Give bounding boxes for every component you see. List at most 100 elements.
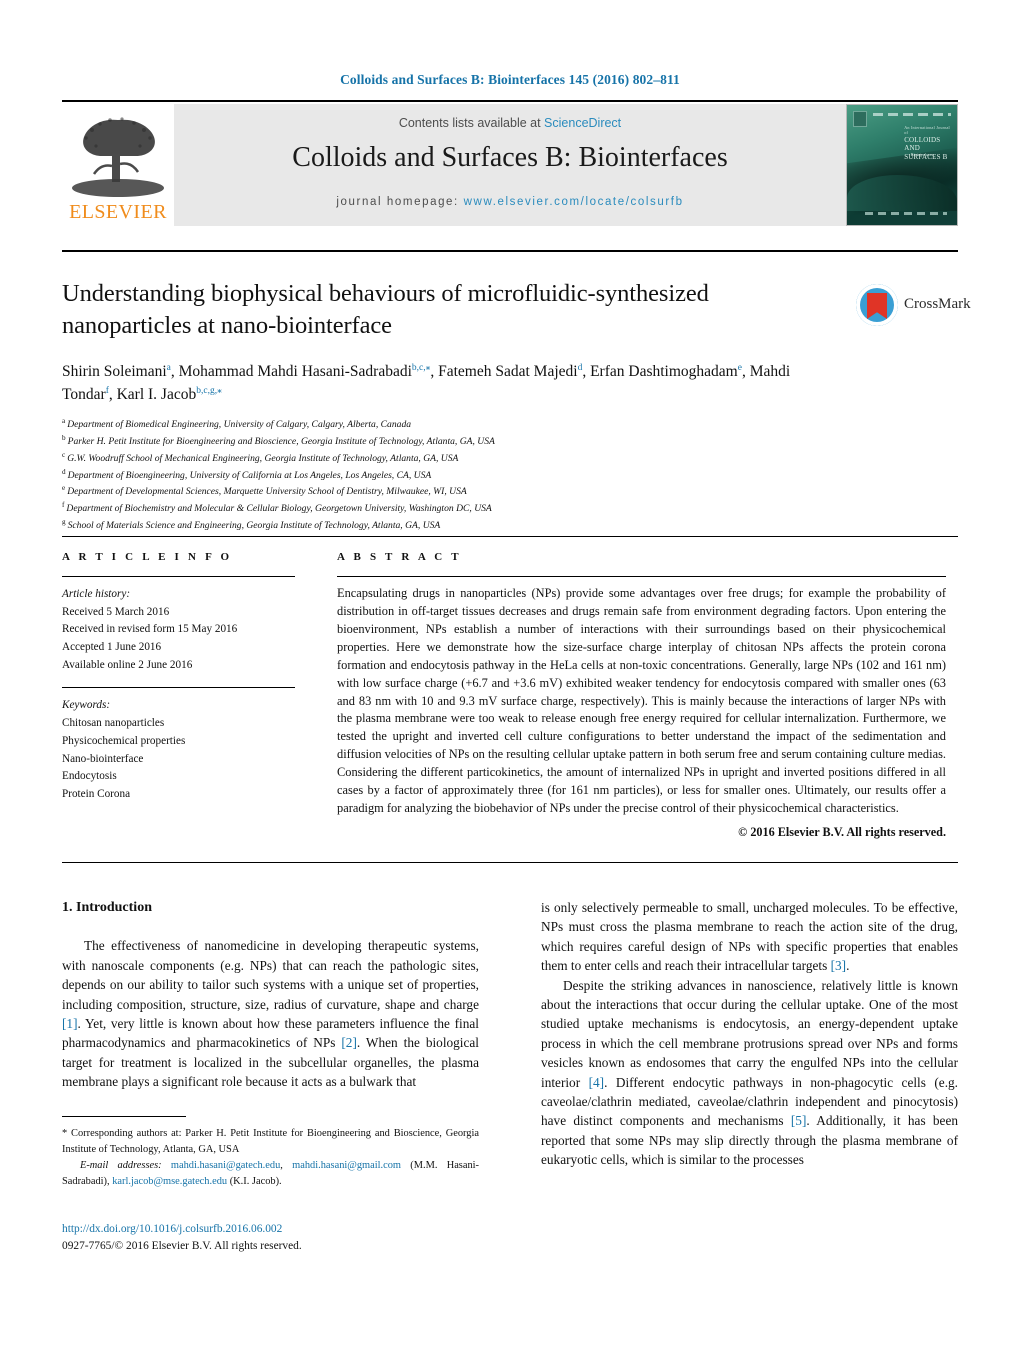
article-history-item: Accepted 1 June 2016: [62, 641, 162, 654]
elsevier-logo: ELSEVIER: [62, 104, 174, 226]
contents-prefix: Contents lists available at: [398, 116, 545, 130]
masthead-bottom-rule: [62, 250, 958, 252]
doi-link[interactable]: http://dx.doi.org/10.1016/j.colsurfb.201…: [62, 1221, 502, 1238]
article-history-block: Article history: Received 5 March 2016 Re…: [62, 586, 307, 674]
affiliation-mark: b: [62, 433, 66, 442]
journal-cover-thumbnail[interactable]: An International Journal of COLLOIDS AND…: [846, 104, 958, 226]
keyword-item: Endocytosis: [62, 770, 117, 783]
author-name: Mohammad Mahdi Hasani-Sadrabadi: [178, 363, 412, 381]
keyword-item: Nano-biointerface: [62, 752, 144, 765]
author-affiliation-mark: f: [105, 385, 109, 396]
cover-title-line1: COLLOIDS AND: [904, 135, 941, 153]
keyword-item: Chitosan nanoparticles: [62, 717, 165, 730]
citation-4[interactable]: [4]: [589, 1075, 605, 1090]
sciencedirect-link[interactable]: ScienceDirect: [544, 116, 621, 130]
abstract-text: Encapsulating drugs in nanoparticles (NP…: [337, 586, 946, 816]
keyword-item: Physicochemical properties: [62, 734, 186, 747]
affiliation-item: f Department of Biochemistry and Molecula…: [62, 501, 492, 515]
affiliation-item: c G.W. Woodruff School of Mechanical Engi…: [62, 450, 459, 464]
issn-copyright-line: 0927-7765/© 2016 Elsevier B.V. All right…: [62, 1240, 302, 1253]
article-history-item: Available online 2 June 2016: [62, 658, 193, 671]
keyword-item: Protein Corona: [62, 787, 131, 800]
article-page: Colloids and Surfaces B: Biointerfaces 1…: [0, 0, 1020, 1351]
article-info-section: A R T I C L E I N F O Article history: R…: [62, 551, 307, 804]
title-block: Understanding biophysical behaviours of …: [62, 278, 842, 534]
email-owner-2: (K.I. Jacob).: [229, 1176, 282, 1188]
cover-top-rule: [873, 113, 951, 116]
abstract-bottom-rule: [62, 862, 958, 863]
journal-title: Colloids and Surfaces B: Biointerfaces: [292, 142, 728, 173]
intro-paragraph-right-2: Despite the striking advances in nanosci…: [541, 976, 958, 1170]
author-name: Shirin Soleimani: [62, 363, 167, 381]
email-link-3[interactable]: karl.jacob@mse.gatech.edu: [112, 1176, 227, 1187]
keywords-block: Keywords: Chitosan nanoparticles Physicoc…: [62, 697, 307, 803]
running-head: Colloids and Surfaces B: Biointerfaces 1…: [340, 72, 680, 87]
cover-bottom-rule: [865, 212, 947, 215]
author-name: Fatemeh Sadat Majedi: [438, 363, 578, 381]
cover-subtitle: Biointerfaces: [910, 152, 934, 157]
author-list: Shirin Soleimania, Mohammad Mahdi Hasani…: [62, 363, 791, 403]
author-affiliation-mark: b,c,g,⁎: [196, 385, 222, 396]
elsevier-wordmark: ELSEVIER: [69, 201, 167, 223]
intro-text-1: The effectiveness of nanomedicine in dev…: [62, 938, 479, 1012]
masthead-top-rule: [62, 100, 958, 102]
keywords-items: Chitosan nanoparticles Physicochemical pr…: [62, 715, 307, 803]
abstract-copyright: © 2016 Elsevier B.V. All rights reserved…: [738, 824, 946, 839]
crossmark-circle-icon: [856, 284, 898, 326]
intro-paragraph-right-1: is only selectively permeable to small, …: [541, 898, 958, 976]
article-info-rule-2: [62, 687, 295, 689]
journal-homepage-link[interactable]: www.elsevier.com/locate/colsurfb: [464, 196, 684, 208]
article-history-items: Received 5 March 2016 Received in revised…: [62, 604, 307, 675]
affiliation-item: d Department of Bioengineering, Universit…: [62, 467, 432, 481]
email-note: E-mail addresses: mahdi.hasani@gatech.ed…: [62, 1160, 480, 1188]
author-affiliation-mark: d: [577, 363, 583, 374]
affiliation-item: g School of Materials Science and Enginee…: [62, 518, 441, 532]
elsevier-tree-icon: [72, 117, 164, 197]
email-link-1[interactable]: mahdi.hasani@gatech.edu: [171, 1160, 280, 1171]
author-affiliation-mark: a: [166, 363, 171, 374]
contents-available-line: Contents lists available at ScienceDirec…: [174, 116, 846, 130]
body-column-left: 1. Introduction The effectiveness of nan…: [62, 898, 479, 1092]
page-title: Understanding biophysical behaviours of …: [62, 280, 709, 339]
article-info-heading: A R T I C L E I N F O: [62, 551, 233, 563]
body-column-right: is only selectively permeable to small, …: [541, 898, 958, 1170]
citation-1[interactable]: [1]: [62, 1016, 78, 1031]
section-heading-introduction: 1. Introduction: [62, 900, 152, 915]
intro-text-4: is only selectively permeable to small, …: [541, 900, 958, 974]
journal-band: Contents lists available at ScienceDirec…: [174, 104, 846, 226]
doi-block: http://dx.doi.org/10.1016/j.colsurfb.201…: [62, 1221, 502, 1255]
abstract-heading: A B S T R A C T: [337, 551, 462, 563]
journal-homepage-line: journal homepage: www.elsevier.com/locat…: [174, 196, 846, 208]
author-affiliation-mark: b,c,⁎: [411, 363, 431, 374]
affiliation-item: b Parker H. Petit Institute for Bioengine…: [62, 433, 495, 448]
affiliation-mark: d: [62, 467, 66, 476]
corresponding-author-text: Corresponding authors at: Parker H. Peti…: [62, 1128, 479, 1156]
intro-text-5: .: [846, 958, 850, 974]
affiliation-mark: f: [62, 501, 65, 510]
citation-2[interactable]: [2]: [341, 1035, 357, 1050]
affiliation-mark: g: [62, 518, 66, 526]
intro-text-6: Despite the striking advances in nanosci…: [541, 977, 958, 1090]
footnote-rule: [62, 1116, 186, 1117]
affiliation-item: a Department of Biomedical Engineering, U…: [62, 417, 412, 431]
citation-3[interactable]: [3]: [831, 958, 847, 973]
article-history-label: Article history:: [62, 588, 131, 600]
crossmark-badge[interactable]: CrossMark: [856, 282, 971, 338]
author-name: Karl I. Jacob: [116, 385, 197, 403]
intro-paragraph-left: The effectiveness of nanomedicine in dev…: [62, 936, 479, 1091]
citation-5[interactable]: [5]: [791, 1113, 807, 1128]
info-top-rule: [62, 536, 958, 537]
keywords-label: Keywords:: [62, 699, 111, 712]
article-history-item: Received 5 March 2016: [62, 605, 170, 618]
crossmark-bookmark-icon: [867, 293, 887, 319]
affiliation-item: e Department of Developmental Sciences, M…: [62, 484, 467, 498]
affiliation-mark: a: [62, 417, 66, 426]
article-info-rule-1: [62, 576, 295, 577]
homepage-prefix: journal homepage:: [336, 196, 464, 208]
affiliation-mark: e: [62, 484, 66, 493]
corresponding-author-note: * Corresponding authors at: Parker H. Pe…: [62, 1126, 479, 1158]
cover-overline: An International Journal of: [904, 125, 950, 136]
email-link-2[interactable]: mahdi.hasani@gmail.com: [292, 1160, 401, 1171]
journal-masthead: ELSEVIER Contents lists available at Sci…: [62, 104, 958, 226]
abstract-rule: [337, 576, 946, 577]
